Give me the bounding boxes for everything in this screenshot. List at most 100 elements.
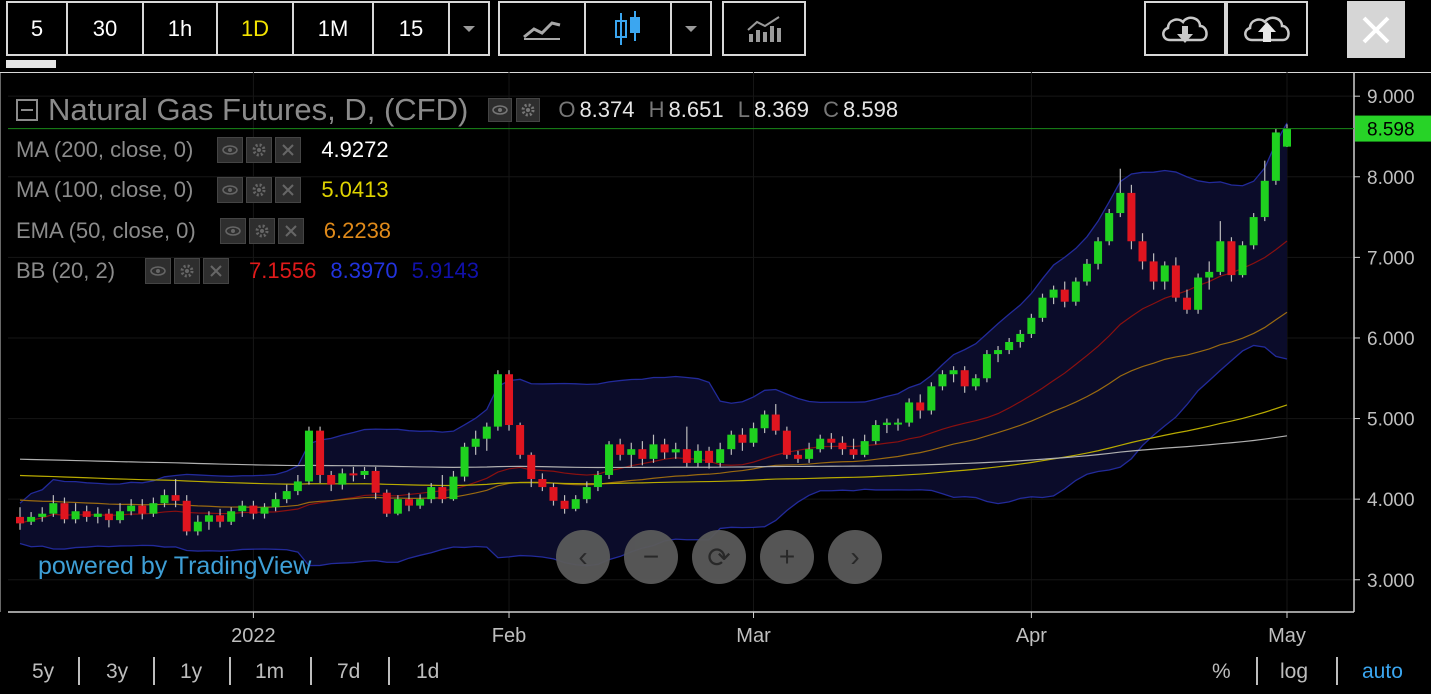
candle-up (649, 444, 658, 459)
range-1m-button[interactable]: 1m (255, 660, 284, 684)
candle-down (771, 414, 780, 431)
range-1y-button[interactable]: 1y (180, 660, 202, 684)
gear-icon[interactable] (174, 258, 201, 284)
candle-down (616, 444, 625, 455)
interval-1m-button[interactable]: 1M (292, 1, 374, 56)
scale-log-button[interactable]: log (1280, 660, 1308, 684)
close-icon[interactable] (275, 137, 302, 163)
scale-percent-button[interactable]: % (1212, 660, 1231, 684)
gear-icon[interactable] (516, 98, 541, 122)
eye-icon[interactable] (488, 98, 513, 122)
candle-up (260, 507, 269, 514)
candle-down (849, 449, 858, 455)
eye-icon[interactable] (217, 137, 244, 163)
candle-down (182, 500, 191, 532)
candle-down (1171, 265, 1180, 298)
indicator-row: MA (200, close, 0) 4.9272 (16, 137, 389, 163)
ohlc-readout: O 8.374 H 8.651 L 8.369 C 8.598 (558, 97, 899, 122)
candle-up (160, 495, 169, 504)
candle-up (360, 470, 369, 475)
candle-up (204, 515, 213, 522)
range-5y-button[interactable]: 5y (32, 660, 54, 684)
candle-up (1049, 289, 1058, 298)
candle-up (149, 503, 158, 514)
indicator-row: BB (20, 2) 7.1556 8.3970 5.9143 (16, 258, 479, 284)
candle-up (982, 354, 991, 379)
range-3y-button[interactable]: 3y (106, 660, 128, 684)
indicator-value: 7.1556 (249, 258, 317, 283)
indicator-name: EMA (50, close, 0) (16, 218, 196, 243)
bottom-bar: 5y 3y 1y 1m 7d 1d % log auto (0, 652, 1431, 694)
candle-up (927, 386, 936, 411)
eye-icon[interactable] (219, 218, 246, 244)
interval-5-button[interactable]: 5 (6, 1, 68, 56)
interval-dropdown-button[interactable] (448, 1, 490, 56)
eye-icon[interactable] (217, 177, 244, 203)
close-button[interactable] (1347, 1, 1405, 58)
line-chart-button[interactable] (498, 1, 586, 56)
range-7d-button[interactable]: 7d (337, 660, 360, 684)
price-chart[interactable]: 9.000 8.000 7.000 6.000 5.000 4.000 3.000 2022 F… (0, 72, 1431, 694)
candlestick-button[interactable] (584, 1, 672, 56)
cloud-upload-button[interactable] (1226, 1, 1308, 56)
candle-down (316, 430, 325, 475)
candle-down (16, 516, 24, 524)
candle-up (949, 370, 958, 375)
candle-down (382, 492, 391, 514)
candle-up (805, 449, 814, 459)
candle-up (693, 450, 702, 463)
close-icon[interactable] (277, 218, 304, 244)
scroll-left-button[interactable]: ‹ (556, 530, 610, 584)
chart-type-dropdown-button[interactable] (670, 1, 712, 56)
collapse-legend-icon[interactable] (16, 99, 38, 121)
close-icon[interactable] (275, 177, 302, 203)
line-chart-icon (523, 20, 561, 40)
candle-up (416, 499, 425, 506)
candle-up (1105, 213, 1114, 242)
toolbar-scroll-thumb[interactable] (6, 60, 56, 68)
zoom-in-button[interactable]: + (760, 530, 814, 584)
candle-up (471, 438, 480, 447)
candle-up (1005, 342, 1014, 351)
scroll-right-button[interactable]: › (828, 530, 882, 584)
powered-by-label[interactable]: powered by TradingView (38, 552, 311, 581)
indicators-button[interactable] (722, 1, 806, 56)
candle-up (905, 402, 914, 423)
gear-icon[interactable] (248, 218, 275, 244)
candle-up (116, 511, 125, 521)
scale-auto-button[interactable]: auto (1362, 660, 1403, 684)
candle-up (27, 516, 36, 522)
zoom-out-button[interactable]: − (624, 530, 678, 584)
candle-up (460, 446, 469, 477)
candle-down (138, 505, 147, 514)
candle-up (1238, 245, 1247, 276)
close-icon[interactable] (203, 258, 230, 284)
candle-up (1260, 180, 1269, 218)
candle-up (193, 521, 202, 532)
candle-up (671, 449, 680, 453)
interval-15-button[interactable]: 15 (372, 1, 450, 56)
candle-up (816, 438, 825, 450)
gear-icon[interactable] (246, 177, 273, 203)
candle-down (549, 487, 558, 501)
candle-up (293, 481, 302, 492)
candle-down (327, 474, 336, 485)
reset-button[interactable]: ⟳ (692, 530, 746, 584)
candle-down (705, 450, 714, 463)
chevron-down-icon (463, 25, 475, 32)
gear-icon[interactable] (246, 137, 273, 163)
price-tick-label: 8.000 (1367, 168, 1415, 189)
interval-30-button[interactable]: 30 (66, 1, 144, 56)
eye-icon[interactable] (145, 258, 172, 284)
range-1d-button[interactable]: 1d (416, 660, 439, 684)
indicators-icon (747, 15, 781, 42)
candle-up (571, 499, 580, 509)
candle-up (1216, 241, 1225, 272)
interval-1h-button[interactable]: 1h (142, 1, 218, 56)
candle-up (971, 378, 980, 387)
interval-1d-button[interactable]: 1D (216, 1, 294, 56)
chevron-down-icon (685, 25, 697, 32)
price-tick-label: 3.000 (1367, 571, 1415, 592)
cloud-download-button[interactable] (1144, 1, 1226, 56)
indicator-value: 6.2238 (323, 218, 392, 243)
